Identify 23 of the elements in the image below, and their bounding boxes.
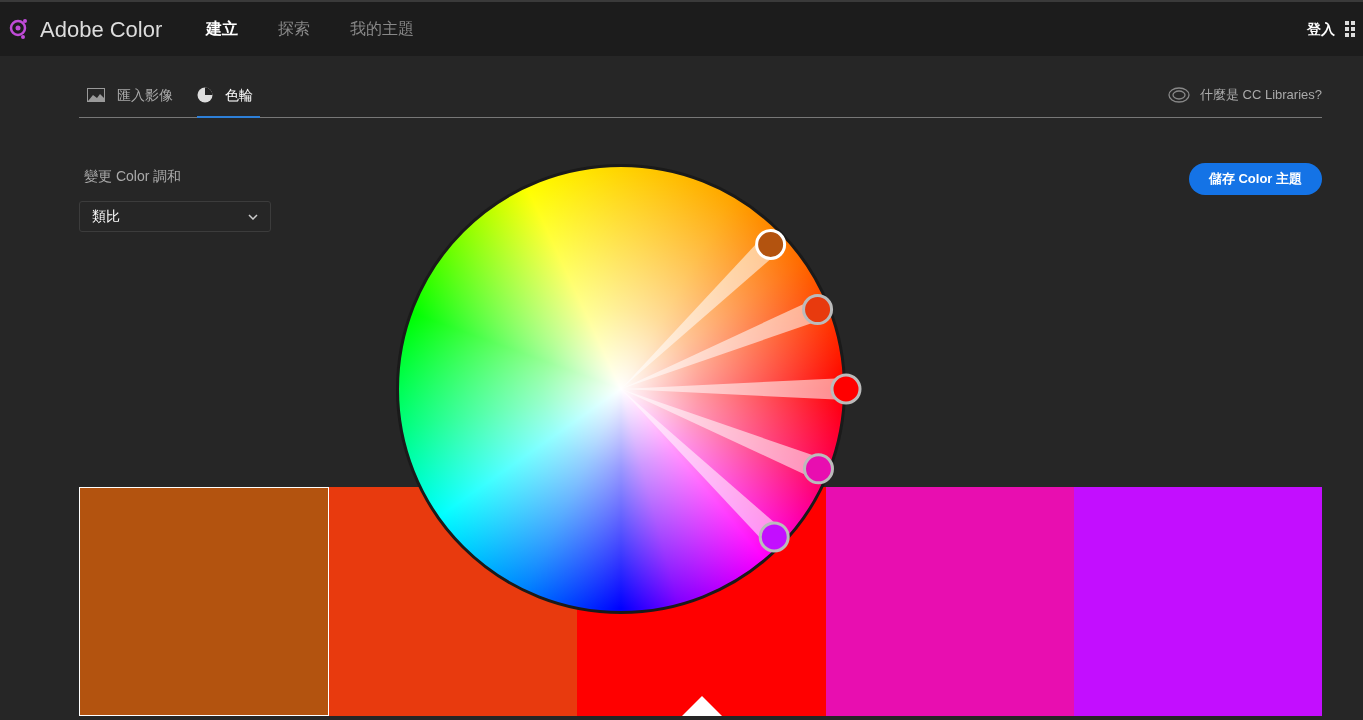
cc-libraries-link[interactable]: 什麼是 CC Libraries?	[1167, 73, 1322, 117]
base-color-marker-icon	[681, 696, 722, 716]
chevron-down-icon	[248, 213, 258, 220]
color-swatch[interactable]	[79, 487, 330, 716]
cloud-icon	[1167, 87, 1190, 103]
color-handle[interactable]	[758, 521, 790, 553]
image-icon	[87, 88, 105, 102]
brand-name: Adobe Color	[40, 15, 163, 44]
nav-link[interactable]: 探索	[278, 17, 311, 41]
harmony-dropdown[interactable]: 類比	[79, 201, 271, 232]
logo-icon	[8, 17, 30, 41]
tab[interactable]: 匯入影像	[79, 74, 180, 118]
save-theme-button[interactable]: 儲存 Color 主題	[1188, 163, 1322, 195]
color-handle[interactable]	[802, 294, 834, 326]
pie-icon	[197, 87, 213, 103]
nav-link[interactable]: 建立	[206, 17, 239, 41]
color-swatch[interactable]	[1073, 487, 1322, 716]
nav-link[interactable]: 我的主題	[350, 17, 415, 41]
harmony-label: 變更 Color 調和	[84, 167, 183, 186]
color-swatch[interactable]	[825, 487, 1074, 716]
color-handle[interactable]	[830, 373, 862, 405]
tab[interactable]: 色輪	[197, 74, 260, 118]
sign-in-link[interactable]: 登入	[1307, 18, 1335, 40]
